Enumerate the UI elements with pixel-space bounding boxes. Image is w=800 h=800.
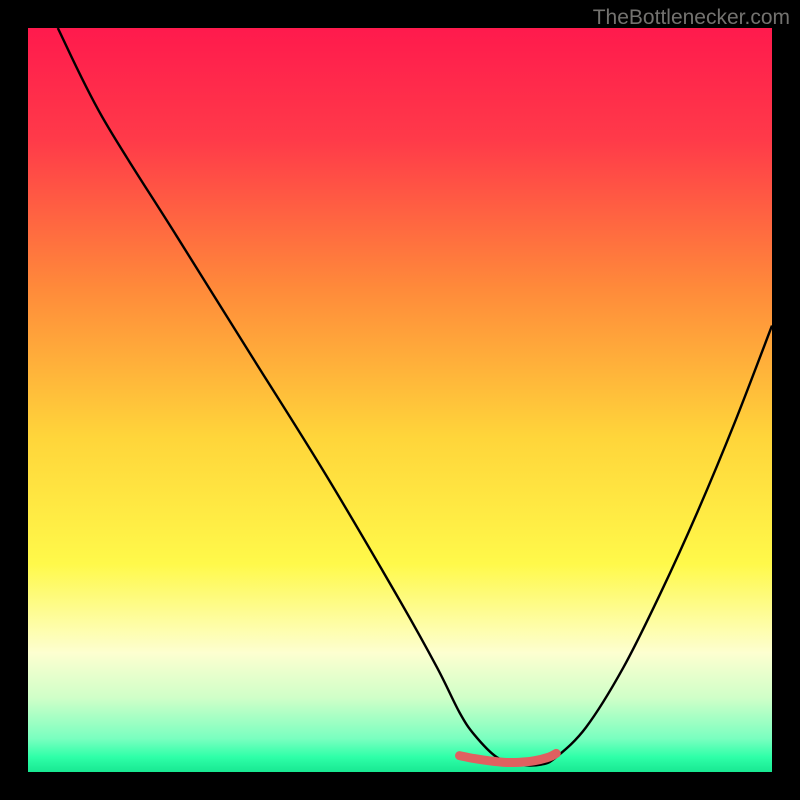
optimal-range-marker (460, 753, 557, 762)
bottleneck-curve (58, 28, 772, 765)
watermark-text: TheBottlenecker.com (593, 6, 790, 30)
chart-overlay (28, 28, 772, 772)
chart-area (28, 28, 772, 772)
